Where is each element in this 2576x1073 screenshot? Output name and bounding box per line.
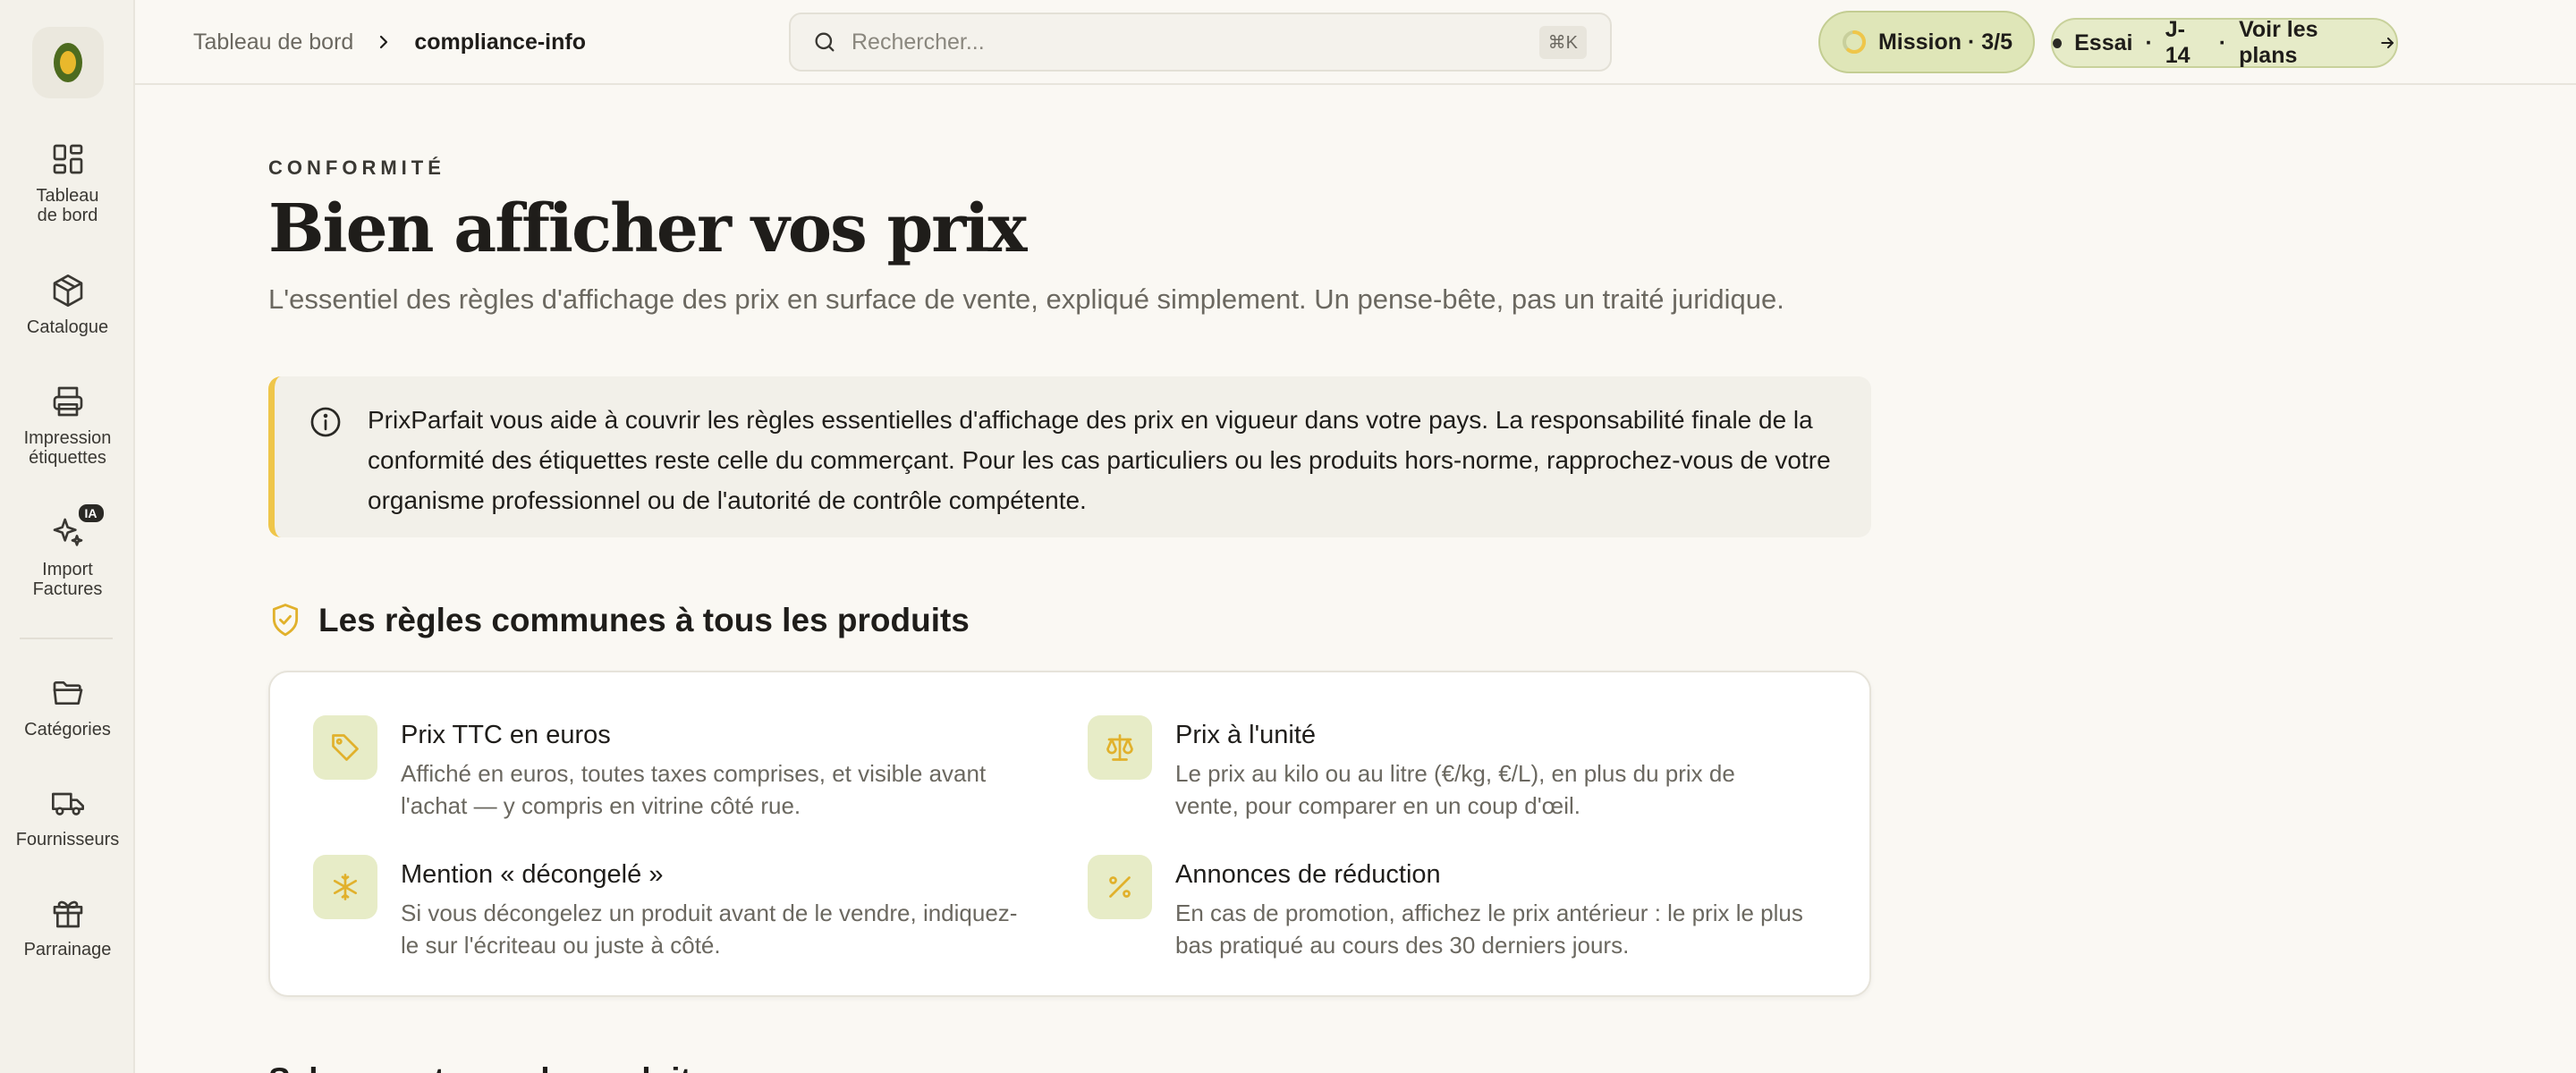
sidebar-item-import-factures[interactable]: IA Import Factures [0, 504, 135, 599]
ia-badge: IA [78, 504, 104, 522]
olive-logo-icon [54, 43, 82, 82]
notice-text: PrixParfait vous aide à couvrir les règl… [368, 406, 1831, 514]
sidebar-item-label: Catégories [24, 720, 111, 739]
rule-title: Mention « décongelé » [401, 860, 664, 889]
rule-description: En cas de promotion, affichez le prix an… [1175, 900, 1803, 959]
sidebar-item-label: Impression étiquettes [23, 428, 112, 468]
sidebar-item-label: Import Factures [32, 560, 103, 599]
app-logo[interactable] [32, 27, 104, 98]
mission-label: Mission · 3/5 [1877, 29, 2013, 55]
search-bar[interactable]: ⌘K [789, 13, 1612, 72]
rule-icon-tile [1088, 855, 1152, 919]
rule-item: Annonces de réduction En cas de promotio… [1088, 855, 1803, 961]
tag-icon [332, 734, 359, 761]
rule-icon-tile [1088, 715, 1152, 780]
gift-icon [50, 895, 86, 931]
section-header-common-rules: Les règles communes à tous les produits [268, 602, 970, 639]
breadcrumb-current: compliance-info [414, 29, 586, 55]
search-shortcut-hint: ⌘K [1538, 25, 1587, 59]
mission-progress-button[interactable]: Mission · 3/5 [1818, 11, 2035, 73]
sidebar-item-label: Tableau de bord [36, 186, 99, 225]
page-title: Bien afficher vos prix [268, 190, 1027, 267]
rule-item: Prix TTC en euros Affiché en euros, tout… [313, 715, 1029, 822]
rules-card: Prix TTC en euros Affiché en euros, tout… [268, 671, 1871, 997]
percent-icon [1109, 876, 1131, 898]
section-title: Les règles communes à tous les produits [318, 602, 970, 638]
chevron-right-icon [380, 35, 388, 49]
sidebar-item-dashboard[interactable]: Tableau de bord [0, 141, 135, 225]
search-icon [815, 32, 835, 52]
snowflake-icon [333, 874, 358, 900]
sidebar-item-impression[interactable]: Impression étiquettes [0, 384, 135, 468]
breadcrumb: Tableau de bord compliance-info [193, 27, 586, 57]
topbar: Tableau de bord compliance-info ⌘K Missi… [135, 0, 2576, 85]
search-input[interactable] [852, 29, 1539, 55]
breadcrumb-root-link[interactable]: Tableau de bord [193, 30, 353, 55]
page-eyebrow: CONFORMITÉ [268, 156, 445, 179]
rule-description: Le prix au kilo ou au litre (€/kg, €/L),… [1175, 760, 1735, 819]
sidebar-item-categories[interactable]: Catégories [0, 675, 135, 739]
rule-item: Mention « décongelé » Si vous décongelez… [313, 855, 1029, 961]
trial-days-left: J-14 [2165, 17, 2190, 68]
rule-icon-tile [313, 715, 377, 780]
dashboard-icon [50, 141, 86, 177]
rule-title: Annonces de réduction [1175, 860, 1441, 889]
sidebar-item-label: Parrainage [23, 940, 112, 959]
sparkles-icon: IA [50, 504, 104, 551]
sidebar-item-label: Catalogue [26, 317, 109, 337]
scale-icon [1106, 734, 1133, 761]
rule-item: Prix à l'unité Le prix au kilo ou au lit… [1088, 715, 1803, 822]
rule-icon-tile [313, 855, 377, 919]
trial-plans-button[interactable]: Essai · J-14 · Voir les plans [2051, 17, 2398, 68]
sidebar-divider [20, 638, 113, 639]
sidebar-item-fournisseurs[interactable]: Fournisseurs [0, 785, 135, 849]
rule-description: Si vous décongelez un produit avant de l… [401, 900, 1018, 959]
info-icon [310, 407, 341, 437]
sidebar: Tableau de bord Catalogue Impression éti… [0, 0, 135, 1073]
separator-dot: · [2145, 30, 2153, 55]
sidebar-item-parrainage[interactable]: Parrainage [0, 895, 135, 959]
rule-title: Prix TTC en euros [401, 721, 611, 749]
trial-label: Essai [2074, 30, 2133, 55]
page-subtitle: L'essentiel des règles d'affichage des p… [268, 283, 1784, 315]
rule-description: Affiché en euros, toutes taxes comprises… [401, 760, 987, 819]
section-title-product-types: Selon vos types de produits [268, 1061, 709, 1073]
printer-icon [50, 384, 86, 419]
trial-cta: Voir les plans [2239, 17, 2318, 68]
progress-ring-icon [1842, 30, 1866, 54]
truck-icon [50, 785, 86, 821]
sidebar-item-catalogue[interactable]: Catalogue [0, 273, 135, 337]
separator-dot: · [2218, 30, 2227, 55]
rule-title: Prix à l'unité [1175, 721, 1317, 749]
disclaimer-notice: PrixParfait vous aide à couvrir les règl… [268, 376, 1871, 537]
sidebar-item-label: Fournisseurs [15, 830, 120, 849]
shield-check-icon [272, 604, 299, 637]
folder-icon [50, 675, 86, 711]
status-dot [2053, 38, 2063, 48]
package-icon [50, 273, 86, 308]
arrow-right-icon [2380, 37, 2394, 49]
